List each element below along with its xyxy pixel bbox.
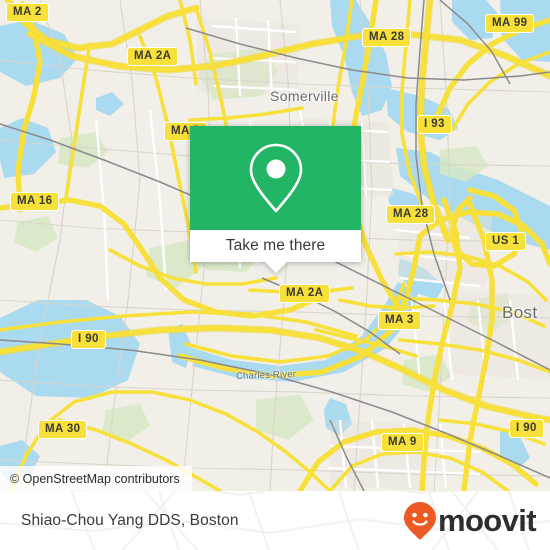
attribution-text: © OpenStreetMap contributors bbox=[10, 471, 180, 486]
road-shield: MA 30 bbox=[38, 420, 88, 440]
road-shield: I 90 bbox=[509, 419, 544, 439]
road-shield: MA 28 bbox=[362, 28, 412, 48]
road-shield: MA 3 bbox=[378, 311, 421, 331]
location-pin-icon bbox=[249, 143, 302, 213]
popup-pointer-tail bbox=[264, 262, 287, 273]
road-shield: MA 16 bbox=[10, 192, 60, 212]
road-shield: MA 2A bbox=[127, 47, 179, 67]
moovit-logo[interactable]: moovit bbox=[403, 501, 537, 541]
road-shield: MA 2A bbox=[279, 284, 331, 304]
moovit-smiley-pin-icon bbox=[403, 501, 436, 540]
place-label-somerville: Somerville bbox=[270, 88, 339, 104]
road-shield: MA 28 bbox=[386, 205, 436, 225]
map-canvas[interactable]: .w { fill:#aadaf0; } .pk { fill:#d7e8c4;… bbox=[0, 0, 550, 491]
road-shield: US 1 bbox=[485, 232, 527, 252]
place-title: Shiao-Chou Yang DDS, Boston bbox=[21, 511, 239, 529]
destination-popup-card[interactable]: Take me there bbox=[190, 126, 361, 273]
road-shield: MA 9 bbox=[381, 433, 424, 453]
moovit-wordmark: moovit bbox=[437, 503, 537, 538]
osm-attribution[interactable]: © OpenStreetMap contributors bbox=[0, 466, 192, 491]
road-shield: I 90 bbox=[71, 330, 106, 350]
map-screenshot: .w { fill:#aadaf0; } .pk { fill:#d7e8c4;… bbox=[0, 0, 550, 550]
road-shield: I 93 bbox=[417, 115, 452, 135]
road-shield: MA 99 bbox=[485, 14, 535, 34]
take-me-there-label: Take me there bbox=[225, 237, 326, 254]
place-label-boston: Bost bbox=[502, 303, 538, 322]
road-shield: MA 2 bbox=[6, 3, 49, 23]
popup-pin-area bbox=[190, 126, 361, 230]
water-label-charles-river: Charles River bbox=[235, 368, 297, 383]
footer-bar: Shiao-Chou Yang DDS, Boston moovit bbox=[0, 491, 550, 550]
popup-cta-area[interactable]: Take me there bbox=[190, 230, 361, 262]
